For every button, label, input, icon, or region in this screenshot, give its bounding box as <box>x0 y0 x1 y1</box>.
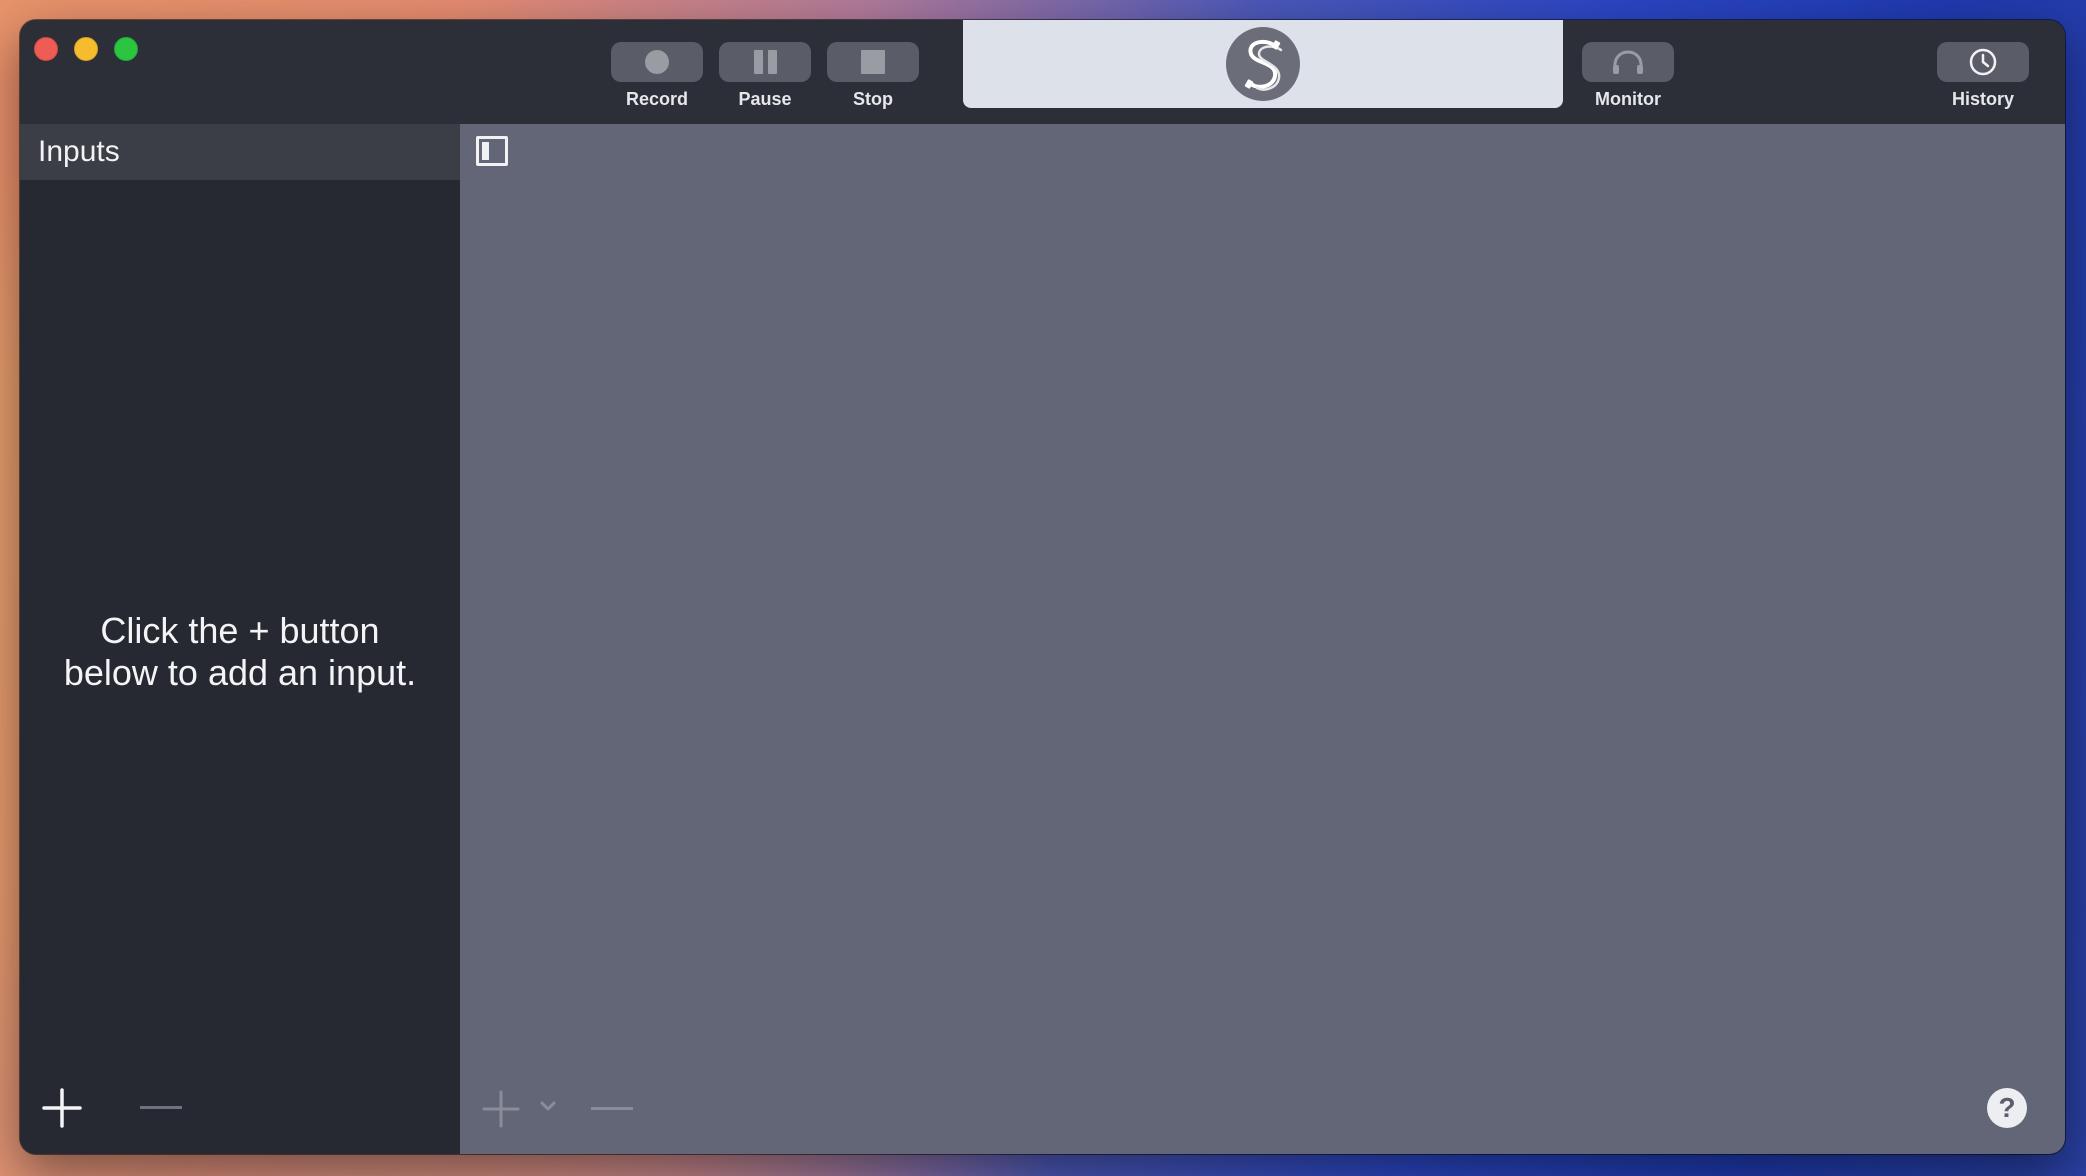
app-window: Record Pause Stop Monitor History Inputs… <box>20 20 2065 1154</box>
add-input-button[interactable] <box>42 1088 82 1128</box>
main-panel: ? <box>460 124 2065 1154</box>
history-label: History <box>1951 89 2014 109</box>
clock-icon <box>1969 48 1997 76</box>
monitor-label: Monitor <box>1595 89 1661 109</box>
remove-input-button[interactable] <box>140 1106 182 1109</box>
empty-state-line-1: Click the + button <box>100 610 380 651</box>
s-cable-logo-icon <box>1226 27 1300 101</box>
sidebar-title: Inputs <box>20 124 460 180</box>
headphones-icon <box>1613 50 1643 74</box>
minimize-window-button[interactable] <box>74 37 98 61</box>
zoom-window-button[interactable] <box>114 37 138 61</box>
record-icon <box>645 50 669 74</box>
record-label: Record <box>625 89 688 109</box>
chevron-down-icon[interactable] <box>540 1100 556 1112</box>
monitor-button[interactable]: Monitor <box>1582 42 1674 110</box>
status-display <box>963 20 1563 108</box>
inputs-sidebar: Inputs Click the + button below to add a… <box>20 124 460 1154</box>
stop-button[interactable]: Stop <box>827 42 919 110</box>
help-button[interactable]: ? <box>1987 1088 2027 1128</box>
add-output-button[interactable] <box>482 1090 520 1128</box>
stop-icon <box>861 50 885 74</box>
empty-state-message: Click the + button below to add an input… <box>20 610 460 694</box>
close-window-button[interactable] <box>34 37 58 61</box>
history-button[interactable]: History <box>1937 42 2029 110</box>
pause-label: Pause <box>738 89 792 109</box>
sidebar-toggle-icon[interactable] <box>476 136 508 166</box>
empty-state-line-2: below to add an input. <box>63 652 417 693</box>
titlebar: Record Pause Stop Monitor History <box>20 20 2065 124</box>
pause-button[interactable]: Pause <box>719 42 811 110</box>
stop-label: Stop <box>853 89 893 109</box>
pause-icon <box>753 50 777 74</box>
record-button[interactable]: Record <box>611 42 703 110</box>
remove-output-button[interactable] <box>591 1107 633 1110</box>
